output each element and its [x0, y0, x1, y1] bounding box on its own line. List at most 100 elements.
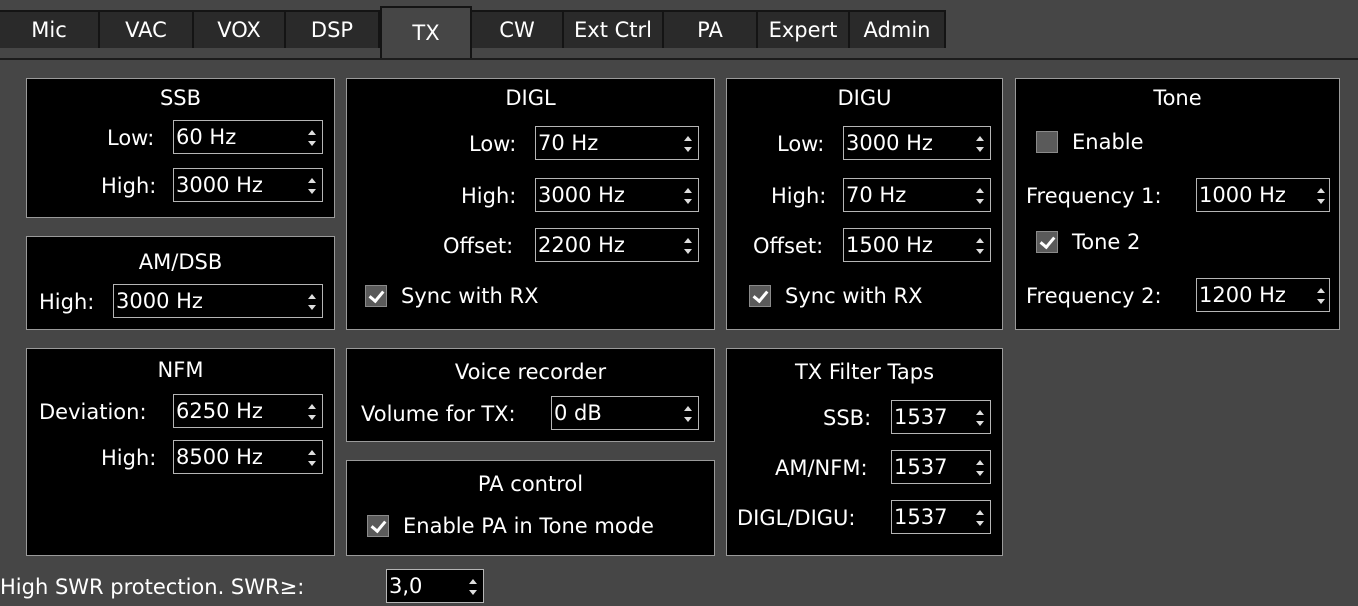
pa-title: PA control: [477, 472, 584, 496]
ssb-high-value: 3000 Hz: [176, 173, 263, 197]
amdsb-high-value: 3000 Hz: [116, 289, 203, 313]
tone-freq2-spinbox[interactable]: 1200 Hz: [1196, 278, 1330, 312]
spin-arrows-icon[interactable]: [682, 185, 694, 207]
taps-amnfm-spinbox[interactable]: 1537: [891, 450, 991, 484]
tab-mic[interactable]: Mic: [0, 10, 100, 48]
digl-high-spinbox[interactable]: 3000 Hz: [535, 178, 699, 212]
digl-low-label: Low:: [469, 132, 517, 156]
spin-arrows-icon[interactable]: [467, 576, 479, 598]
digl-low-spinbox[interactable]: 70 Hz: [535, 126, 699, 160]
tab-admin[interactable]: Admin: [850, 10, 946, 48]
tone-freq2-label: Frequency 2:: [1026, 284, 1162, 308]
tab-tx[interactable]: TX: [380, 6, 472, 58]
spin-arrows-icon[interactable]: [306, 447, 318, 469]
taps-digl-label: DIGL/DIGU:: [737, 506, 856, 530]
pa-enable-label: Enable PA in Tone mode: [403, 514, 654, 538]
tone-freq1-value: 1000 Hz: [1199, 183, 1286, 207]
digl-low-value: 70 Hz: [538, 131, 599, 155]
tab-bar: Mic VAC VOX DSP TX CW Ext Ctrl PA Expert…: [0, 0, 1358, 60]
digl-high-label: High:: [461, 184, 517, 208]
ssb-high-spinbox[interactable]: 3000 Hz: [173, 168, 323, 202]
digl-offset-spinbox[interactable]: 2200 Hz: [535, 228, 699, 262]
spin-arrows-icon[interactable]: [306, 401, 318, 423]
taps-amnfm-label: AM/NFM:: [775, 456, 868, 480]
tab-vac[interactable]: VAC: [100, 10, 194, 48]
voice-title: Voice recorder: [454, 360, 607, 384]
digl-sync-checkbox[interactable]: [365, 285, 387, 307]
tab-ext-ctrl[interactable]: Ext Ctrl: [564, 10, 664, 48]
digu-offset-value: 1500 Hz: [846, 233, 933, 257]
tab-pa[interactable]: PA: [664, 10, 758, 48]
spin-arrows-icon[interactable]: [974, 185, 986, 207]
ssb-low-label: Low:: [107, 126, 155, 150]
taps-ssb-label: SSB:: [823, 406, 872, 430]
spin-arrows-icon[interactable]: [974, 507, 986, 529]
taps-amnfm-value: 1537: [894, 455, 948, 479]
taps-ssb-spinbox[interactable]: 1537: [891, 400, 991, 434]
spin-arrows-icon[interactable]: [682, 403, 694, 425]
taps-ssb-value: 1537: [894, 405, 948, 429]
voice-volume-spinbox[interactable]: 0 dB: [551, 396, 699, 430]
spin-arrows-icon[interactable]: [306, 291, 318, 313]
tone-freq1-spinbox[interactable]: 1000 Hz: [1196, 178, 1330, 212]
spin-arrows-icon[interactable]: [1315, 185, 1327, 207]
digu-title: DIGU: [837, 86, 892, 110]
spin-arrows-icon[interactable]: [974, 457, 986, 479]
digu-low-label: Low:: [777, 132, 825, 156]
tone-enable-label: Enable: [1072, 130, 1144, 154]
tone2-label: Tone 2: [1072, 230, 1141, 254]
digu-panel: DIGU Low: 3000 Hz High: 70 Hz Offset: 15…: [726, 78, 1003, 330]
pa-control-panel: PA control Enable PA in Tone mode: [346, 460, 715, 556]
digu-offset-spinbox[interactable]: 1500 Hz: [843, 228, 991, 262]
voice-recorder-panel: Voice recorder Volume for TX: 0 dB: [346, 348, 715, 442]
tone-freq1-label: Frequency 1:: [1026, 184, 1162, 208]
amdsb-title: AM/DSB: [138, 250, 223, 274]
spin-arrows-icon[interactable]: [974, 133, 986, 155]
tone-freq2-value: 1200 Hz: [1199, 283, 1286, 307]
tone-enable-checkbox[interactable]: [1036, 131, 1058, 153]
tone-panel: Tone Enable Frequency 1: 1000 Hz Tone 2 …: [1015, 78, 1340, 330]
digl-offset-value: 2200 Hz: [538, 233, 625, 257]
digl-sync-label: Sync with RX: [401, 284, 539, 308]
nfm-deviation-value: 6250 Hz: [176, 399, 263, 423]
nfm-high-spinbox[interactable]: 8500 Hz: [173, 440, 323, 474]
nfm-deviation-label: Deviation:: [39, 400, 147, 424]
digu-high-spinbox[interactable]: 70 Hz: [843, 178, 991, 212]
nfm-deviation-spinbox[interactable]: 6250 Hz: [173, 394, 323, 428]
voice-volume-label: Volume for TX:: [361, 402, 516, 426]
swr-spinbox[interactable]: 3,0: [386, 569, 484, 603]
tab-cw[interactable]: CW: [472, 10, 564, 48]
spin-arrows-icon[interactable]: [682, 235, 694, 257]
ssb-high-label: High:: [101, 174, 157, 198]
ssb-low-spinbox[interactable]: 60 Hz: [173, 120, 323, 154]
taps-digl-value: 1537: [894, 505, 948, 529]
digu-sync-checkbox[interactable]: [749, 285, 771, 307]
digl-panel: DIGL Low: 70 Hz High: 3000 Hz Offset: 22…: [346, 78, 715, 330]
spin-arrows-icon[interactable]: [974, 235, 986, 257]
pa-enable-checkbox[interactable]: [367, 515, 389, 537]
digl-title: DIGL: [505, 86, 556, 110]
tab-vox[interactable]: VOX: [194, 10, 286, 48]
swr-value: 3,0: [389, 574, 423, 598]
digl-high-value: 3000 Hz: [538, 183, 625, 207]
tab-expert[interactable]: Expert: [758, 10, 850, 48]
ssb-low-value: 60 Hz: [176, 125, 237, 149]
digu-sync-label: Sync with RX: [785, 284, 923, 308]
digl-offset-label: Offset:: [443, 234, 514, 258]
spin-arrows-icon[interactable]: [682, 133, 694, 155]
spin-arrows-icon[interactable]: [974, 407, 986, 429]
spin-arrows-icon[interactable]: [306, 175, 318, 197]
amdsb-high-spinbox[interactable]: 3000 Hz: [113, 284, 323, 318]
tab-dsp[interactable]: DSP: [286, 10, 380, 48]
ssb-panel: SSB Low: 60 Hz High: 3000 Hz: [26, 78, 335, 218]
spin-arrows-icon[interactable]: [306, 127, 318, 149]
digu-low-spinbox[interactable]: 3000 Hz: [843, 126, 991, 160]
taps-digl-spinbox[interactable]: 1537: [891, 500, 991, 534]
amdsb-high-label: High:: [39, 290, 95, 314]
digu-high-label: High:: [771, 184, 827, 208]
nfm-high-label: High:: [101, 446, 157, 470]
spin-arrows-icon[interactable]: [1315, 285, 1327, 307]
digu-low-value: 3000 Hz: [846, 131, 933, 155]
digu-offset-label: Offset:: [753, 234, 824, 258]
tone2-checkbox[interactable]: [1036, 231, 1058, 253]
